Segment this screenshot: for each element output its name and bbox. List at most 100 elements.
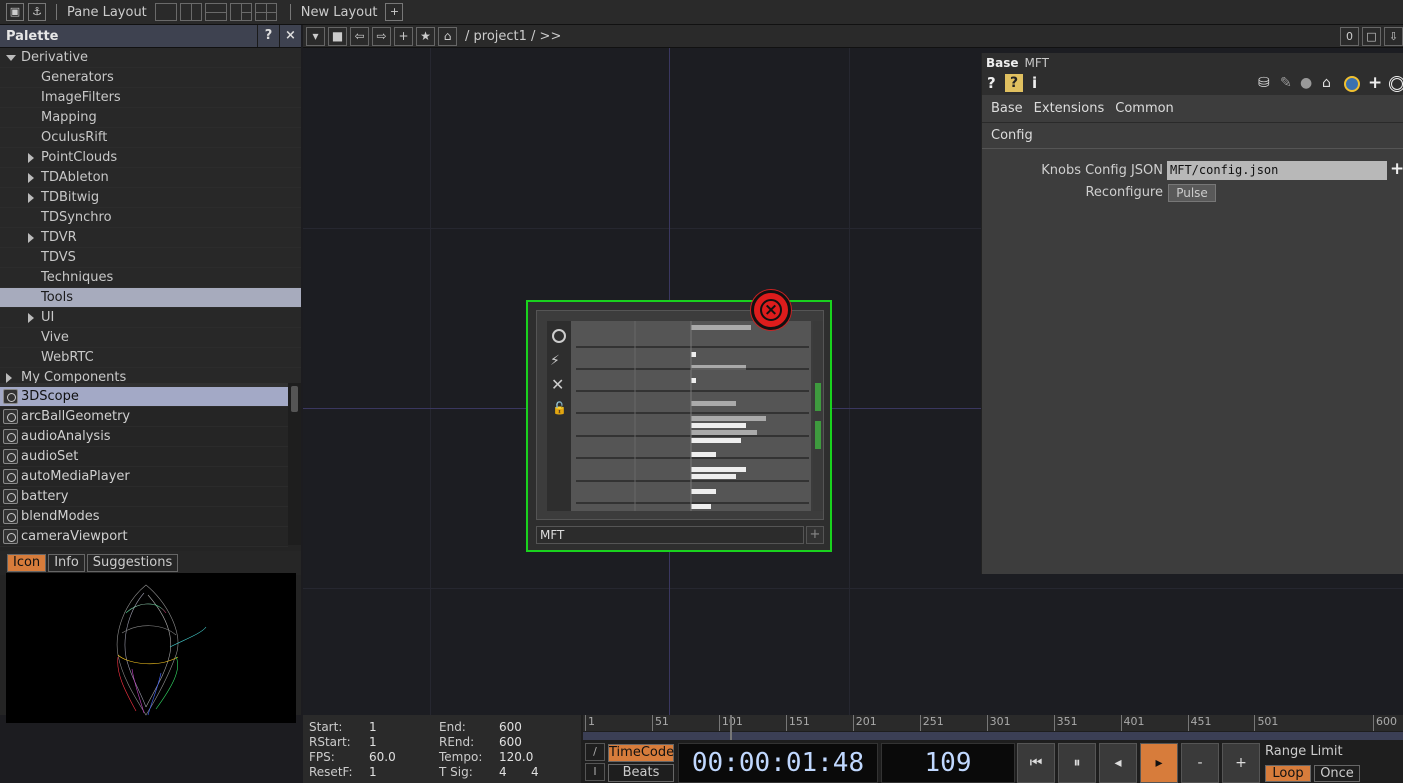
stop-icon[interactable]: ■ xyxy=(328,26,347,46)
slash-icon[interactable]: / xyxy=(585,743,605,761)
frame-display[interactable]: 109 xyxy=(881,743,1015,783)
expand-right-icon[interactable] xyxy=(28,153,34,163)
add-icon[interactable]: + xyxy=(394,26,413,46)
timeline-ruler[interactable]: 1 51 101 151 201 251 301 351 401 451 501 600 xyxy=(583,715,1403,731)
loop-button[interactable]: Loop xyxy=(1265,765,1311,782)
pane-icon[interactable]: ▣ xyxy=(6,3,24,21)
comment-icon[interactable]: ● xyxy=(1300,75,1312,91)
palette-tree-item[interactable]: TDBitwig xyxy=(0,188,301,208)
play-icon[interactable]: ▸ xyxy=(1140,743,1178,783)
home-icon[interactable]: ⌂ xyxy=(438,26,457,46)
start-value[interactable]: 1 xyxy=(369,720,377,734)
expand-right-icon[interactable] xyxy=(28,193,34,203)
database-icon[interactable]: ⛁ xyxy=(1258,75,1270,91)
layout-four-pane-button[interactable] xyxy=(254,3,277,21)
step-plus-button[interactable]: + xyxy=(1222,743,1260,783)
node-viewer-scrollbar[interactable] xyxy=(813,321,823,511)
rewind-icon[interactable]: ⏮ xyxy=(1017,743,1055,783)
layout-split-horizontal-button[interactable] xyxy=(204,3,227,21)
graph-icon[interactable]: ⚡ xyxy=(550,353,560,369)
node-error-icon[interactable]: × xyxy=(751,290,791,330)
palette-tree-item[interactable]: Vive xyxy=(0,328,301,348)
help-icon[interactable]: ? xyxy=(987,74,996,92)
palette-tree-item[interactable]: Derivative xyxy=(0,48,301,68)
expand-right-icon[interactable] xyxy=(28,313,34,323)
edit-icon[interactable]: ✎ xyxy=(1280,75,1292,91)
component-item[interactable]: battery xyxy=(0,487,288,507)
back-icon[interactable]: ⇦ xyxy=(350,26,369,46)
pulse-button[interactable]: Pulse xyxy=(1168,184,1216,202)
rstart-value[interactable]: 1 xyxy=(369,735,377,749)
palette-tree-item[interactable]: PointClouds xyxy=(0,148,301,168)
palette-tree-item[interactable]: Generators xyxy=(0,68,301,88)
palette-help-button[interactable]: ? xyxy=(257,25,279,47)
component-item[interactable]: audioSet xyxy=(0,447,288,467)
timeline-range-bar[interactable] xyxy=(583,715,1403,740)
plus-icon[interactable]: + xyxy=(1368,73,1382,93)
info-icon[interactable]: i xyxy=(1032,74,1037,92)
layout-split-vertical-button[interactable] xyxy=(179,3,202,21)
expand-right-icon[interactable] xyxy=(28,173,34,183)
clear-icon[interactable]: ✕ xyxy=(551,375,564,394)
palette-tree-item[interactable]: OculusRift xyxy=(0,128,301,148)
component-item[interactable]: 3DScope xyxy=(0,387,288,407)
knobs-config-field[interactable]: MFT/config.json xyxy=(1167,161,1387,180)
python-help-icon[interactable]: ? xyxy=(1005,74,1023,92)
bar-icon[interactable]: I xyxy=(585,763,605,781)
tab-info[interactable]: Info xyxy=(48,554,85,572)
palette-tree-item[interactable]: TDSynchro xyxy=(0,208,301,228)
pause-icon[interactable]: ⏸ xyxy=(1058,743,1096,783)
step-minus-button[interactable]: - xyxy=(1181,743,1219,783)
component-item[interactable]: blendModes xyxy=(0,507,288,527)
component-item[interactable]: audioAnalysis xyxy=(0,427,288,447)
tab-config[interactable]: Config xyxy=(982,123,1403,149)
once-button[interactable]: Once xyxy=(1314,765,1360,782)
lock-icon[interactable]: 🔓 xyxy=(552,401,567,415)
palette-tree-item[interactable]: TDAbleton xyxy=(0,168,301,188)
star-icon[interactable]: ★ xyxy=(416,26,435,46)
target-icon[interactable] xyxy=(552,329,566,343)
palette-tree-item[interactable]: UI xyxy=(0,308,301,328)
resetf-value[interactable]: 1 xyxy=(369,765,377,779)
end-value[interactable]: 600 xyxy=(499,720,522,734)
timecode-display[interactable]: 00:00:01:48 xyxy=(678,743,878,783)
tsig-numerator[interactable]: 4 xyxy=(499,765,507,779)
node-viewer[interactable]: ⚡ ✕ 🔓 xyxy=(536,310,824,520)
palette-tree-item[interactable]: WebRTC xyxy=(0,348,301,368)
component-item[interactable]: autoMediaPlayer xyxy=(0,467,288,487)
tab-suggestions[interactable]: Suggestions xyxy=(86,554,179,572)
new-layout-button[interactable]: + xyxy=(385,3,404,21)
node-name-label[interactable]: MFT xyxy=(536,526,804,544)
target-icon[interactable] xyxy=(1389,76,1403,92)
playhead[interactable] xyxy=(730,715,732,740)
expand-right-icon[interactable] xyxy=(6,373,12,383)
tab-icon[interactable]: Icon xyxy=(7,554,47,572)
palette-close-button[interactable]: × xyxy=(279,25,301,47)
layout-three-pane-button[interactable] xyxy=(229,3,252,21)
anchor-icon[interactable]: ⚓ xyxy=(28,3,46,21)
expand-down-icon[interactable] xyxy=(6,55,16,61)
palette-tree-item[interactable]: Techniques xyxy=(0,268,301,288)
tab-common[interactable]: Common xyxy=(1115,101,1174,116)
beats-button[interactable]: Beats xyxy=(608,764,674,782)
add-file-icon[interactable]: + xyxy=(1390,159,1403,179)
maximize-icon[interactable]: □ xyxy=(1362,27,1381,46)
timecode-button[interactable]: TimeCode xyxy=(608,744,674,762)
dropdown-icon[interactable]: ▾ xyxy=(306,26,325,46)
layout-single-button[interactable] xyxy=(154,3,177,21)
component-list-scroll-thumb[interactable] xyxy=(291,386,298,412)
mft-node[interactable]: ⚡ ✕ 🔓 MFT + xyxy=(526,300,832,552)
tab-extensions[interactable]: Extensions xyxy=(1034,101,1105,116)
node-add-button[interactable]: + xyxy=(806,526,824,544)
component-item[interactable]: cameraViewport xyxy=(0,527,288,547)
tab-base[interactable]: Base xyxy=(991,101,1023,116)
tsig-denominator[interactable]: 4 xyxy=(531,765,539,779)
palette-tree-item[interactable]: Mapping xyxy=(0,108,301,128)
python-icon[interactable] xyxy=(1344,76,1360,92)
network-path[interactable]: / project1 / >> xyxy=(465,29,561,44)
palette-tree-item[interactable]: ImageFilters xyxy=(0,88,301,108)
palette-tree-item[interactable]: Tools xyxy=(0,288,301,308)
step-back-icon[interactable]: ◂ xyxy=(1099,743,1137,783)
forward-icon[interactable]: ⇨ xyxy=(372,26,391,46)
tag-icon[interactable]: ⌂ xyxy=(1322,75,1331,91)
